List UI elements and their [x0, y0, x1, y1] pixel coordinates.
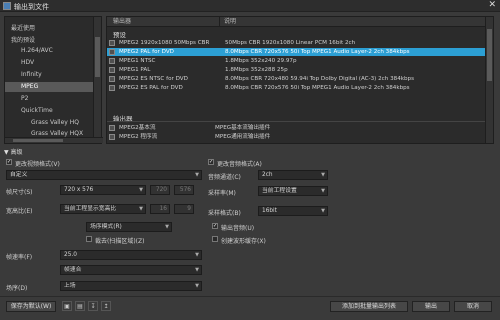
sample-format-dropdown[interactable]: 16bit ▼ [258, 206, 328, 216]
chevron-down-icon: ▼ [321, 188, 325, 194]
tree-item-grass-valley-hqx[interactable]: Grass Valley HQX [31, 130, 83, 137]
list-item[interactable]: MPEG1 PAL 1.8Mbps 352x288 25p [107, 66, 487, 74]
frame-rate-dropdown[interactable]: 25.0 ▼ [60, 250, 202, 260]
chevron-down-icon: ▼ [195, 172, 199, 178]
frame-width-input[interactable]: 720 [150, 185, 170, 195]
exporter-list: 输出器 说明 预设 MPEG2 1920x1080 50Mbps CBR 50M… [106, 16, 494, 144]
app-icon [3, 2, 11, 10]
sample-format-label: 采样格式(B) [208, 210, 241, 217]
frame-rate-mode-dropdown[interactable]: 帧速合 ▼ [60, 265, 202, 275]
tree-item-infinity[interactable]: Infinity [21, 71, 42, 78]
preset-icon [109, 40, 115, 46]
preset-icon [109, 85, 115, 91]
crop-checkbox[interactable] [86, 236, 92, 242]
field-order-dropdown[interactable]: 上场 ▼ [60, 281, 202, 291]
tree-item-quicktime[interactable]: QuickTime [21, 107, 53, 114]
change-video-format-checkbox[interactable]: ✓ [6, 159, 12, 165]
audio-channels-label: 音频通道(C) [208, 174, 241, 181]
export-preset-icon[interactable]: ↥ [101, 301, 111, 311]
tree-item-hdv[interactable]: HDV [21, 59, 34, 66]
sample-rate-label: 采样率(M) [208, 190, 236, 197]
preset-icon [109, 58, 115, 64]
list-scrollbar[interactable] [485, 17, 493, 143]
add-to-batch-button[interactable]: 添加到批量输出列表 [330, 301, 408, 312]
waveform-cache-checkbox[interactable] [212, 236, 218, 242]
list-item[interactable]: MPEG2 ES NTSC for DVD 8.0Mbps CBR 720x48… [107, 75, 487, 83]
aspect-x-input[interactable]: 16 [150, 204, 170, 214]
chevron-down-icon: ▼ [195, 252, 199, 258]
field-order-label: 场序(D) [6, 285, 28, 292]
waveform-cache-label: 创建波形缓存(X) [221, 238, 266, 245]
aspect-ratio-dropdown[interactable]: 当前工程显示宽高比 ▼ [60, 204, 146, 214]
export-button[interactable]: 输出 [412, 301, 450, 312]
list-item[interactable]: MPEG2 ES PAL for DVD 8.0Mbps CBR 720x576… [107, 84, 487, 92]
tree-item-p2[interactable]: P2 [21, 95, 28, 102]
save-default-button[interactable]: 保存为默认(W) [6, 301, 56, 312]
tree-item-recent[interactable]: 最近使用 [11, 23, 35, 32]
tree-item-grass-valley-hq[interactable]: Grass Valley HQ [31, 119, 79, 126]
chevron-down-icon: ▼ [195, 283, 199, 289]
aspect-y-input[interactable]: 9 [174, 204, 194, 214]
field-order-mode-dropdown[interactable]: 场序模式(R) ▼ [86, 222, 172, 232]
preset-tree: 最近使用 我的预设 H.264/AVC HDV Infinity MPEG P2… [4, 16, 103, 144]
list-item[interactable]: MPEG2 程序流 MPEG通用流输出插件 [107, 133, 487, 141]
list-item[interactable]: MPEG2基本流 MPEG基本流输出插件 [107, 124, 487, 132]
save-icon[interactable]: ▣ [62, 301, 72, 311]
chevron-down-icon: ▼ [139, 187, 143, 193]
tree-hscrollbar[interactable] [5, 137, 103, 143]
output-audio-label: 输出音频(U) [221, 225, 255, 232]
preset-icon [109, 76, 115, 82]
change-audio-format-checkbox[interactable]: ✓ [208, 159, 214, 165]
title-bar: 输出到文件 ✕ [0, 0, 500, 12]
frame-size-dropdown[interactable]: 720 x 576 ▼ [60, 185, 146, 195]
chevron-down-icon: ▼ [139, 206, 143, 212]
chevron-down-icon: ▼ [321, 208, 325, 214]
frame-height-input[interactable]: 576 [174, 185, 194, 195]
preset-icon [109, 49, 115, 55]
aspect-ratio-label: 宽高比(E) [6, 208, 33, 215]
list-item-selected[interactable]: MPEG2 PAL for DVD 8.0Mbps CBR 720x576 50… [107, 48, 487, 56]
sample-rate-dropdown[interactable]: 当前工程设置 ▼ [258, 186, 328, 196]
import-icon[interactable]: ↧ [88, 301, 98, 311]
close-icon[interactable]: ✕ [488, 0, 496, 10]
cancel-button[interactable]: 取消 [454, 301, 492, 312]
advanced-toggle[interactable]: ▼ 高级 [4, 147, 494, 156]
tree-item-mpeg[interactable]: MPEG [5, 82, 95, 92]
frame-rate-label: 帧速率(F) [6, 254, 33, 261]
chevron-down-icon: ▼ [321, 172, 325, 178]
delete-icon[interactable]: ▤ [75, 301, 85, 311]
exporter-icon [109, 125, 115, 131]
tree-item-h264[interactable]: H.264/AVC [21, 47, 53, 54]
output-audio-checkbox[interactable]: ✓ [212, 223, 218, 229]
video-preset-dropdown[interactable]: 自定义 ▼ [6, 170, 202, 180]
tree-item-my-presets[interactable]: 我的预设 [11, 35, 35, 44]
chevron-down-icon: ▼ [165, 224, 169, 230]
change-audio-format-label: 更改音频格式(A) [217, 161, 262, 168]
column-header-output[interactable]: 输出器 [107, 17, 219, 27]
list-item[interactable]: MPEG2 1920x1080 50Mbps CBR 50Mbps CBR 19… [107, 39, 487, 47]
divider [0, 296, 500, 297]
list-item[interactable]: MPEG1 NTSC 1.8Mbps 352x240 29.97p [107, 57, 487, 65]
section-presets: 预设 [113, 31, 126, 39]
change-video-format-label: 更改视频格式(V) [15, 161, 60, 168]
frame-size-label: 帧尺寸(S) [6, 189, 33, 196]
preset-icon [109, 67, 115, 73]
tree-scrollbar[interactable] [93, 17, 101, 143]
exporter-icon [109, 134, 115, 140]
chevron-down-icon: ▼ [195, 267, 199, 273]
crop-label: 裁去(扫描区域)(Z) [95, 238, 145, 245]
column-header-desc[interactable]: 说明 [219, 17, 487, 27]
audio-channels-dropdown[interactable]: 2ch ▼ [258, 170, 328, 180]
window-title: 输出到文件 [14, 3, 49, 11]
